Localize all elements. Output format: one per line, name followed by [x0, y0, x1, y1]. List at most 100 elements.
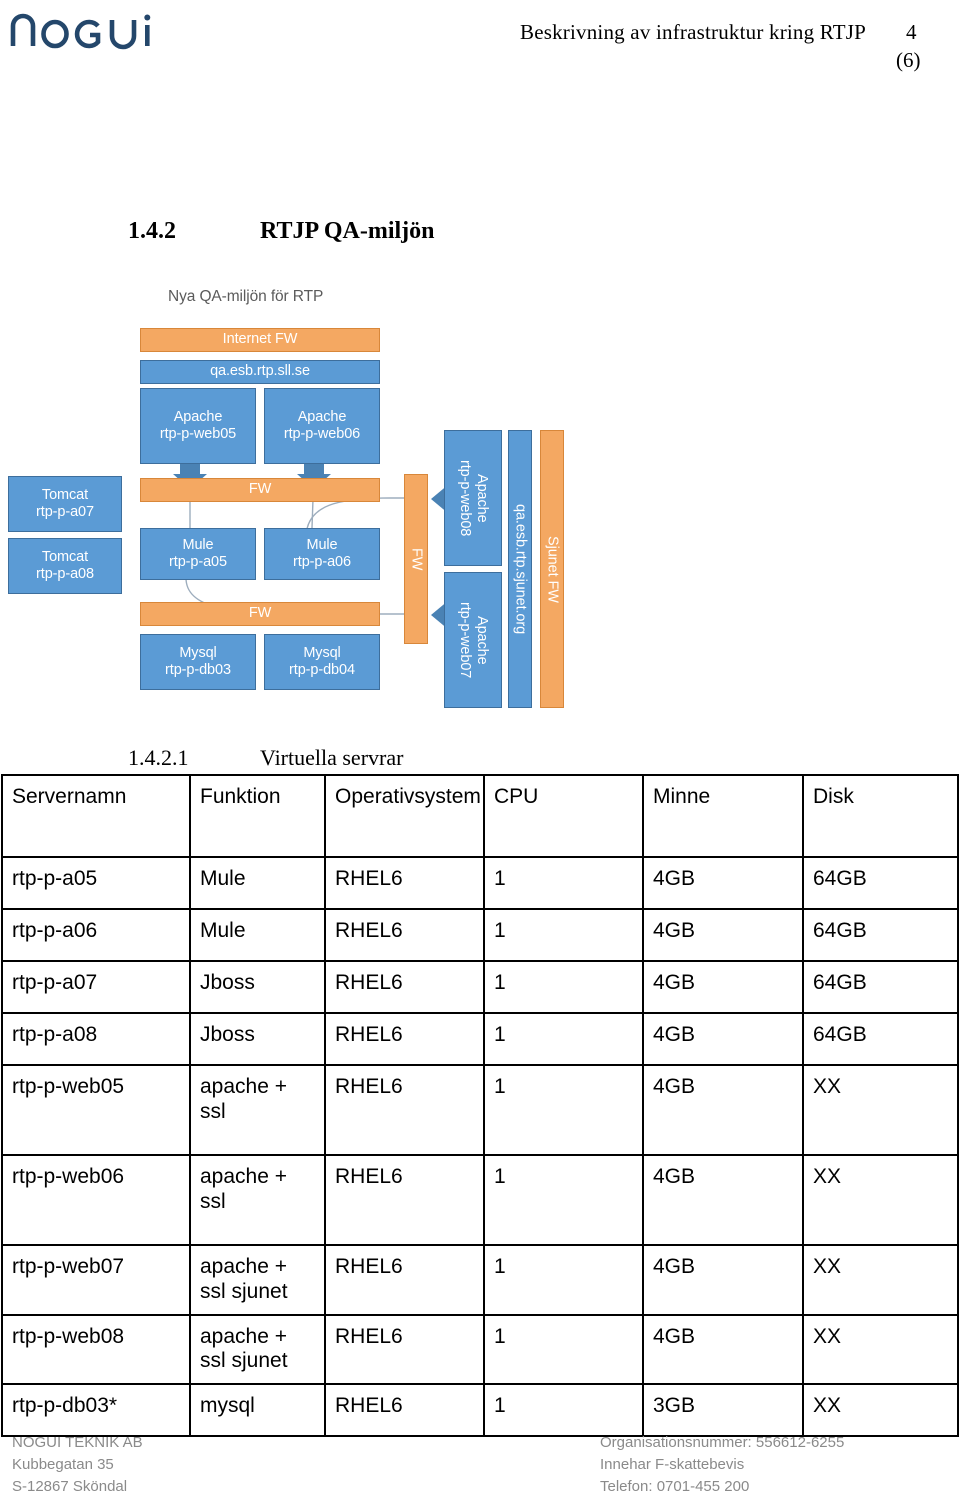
footer-org-number: Organisationsnummer: 556612-6255	[600, 1434, 845, 1451]
node-sjunet-fw-label: Sjunet FW	[544, 535, 561, 603]
cell-minne: 4GB	[642, 908, 804, 962]
node-fw-vertical-label: FW	[408, 547, 425, 571]
section-title-142: RTJP QA-miljön	[260, 218, 435, 244]
cell-operativsystem: RHEL6	[324, 960, 485, 1014]
cell-disk: XX	[802, 1383, 959, 1438]
cell-disk: 64GB	[802, 908, 959, 962]
cell-operativsystem: RHEL6	[324, 1383, 485, 1438]
cell-funktion: apache + ssl	[189, 1064, 326, 1156]
node-mysql-db04-line1: Mysql	[303, 644, 341, 661]
cell-disk: XX	[802, 1313, 959, 1386]
cell-funktion: Mule	[189, 856, 326, 910]
node-mule-a06: Mule rtp-p-a06	[264, 528, 380, 580]
table-row: rtp-p-web05 apache + ssl RHEL6 1 4GB XX	[1, 1064, 959, 1156]
table-header-row: Servernamn Funktion Operativsystem CPU M…	[1, 774, 959, 858]
page-header: Beskrivning av infrastruktur kring RTJP …	[0, 0, 960, 96]
cell-cpu: 1	[483, 908, 644, 962]
node-mule-a06-line1: Mule	[306, 536, 338, 553]
cell-funktion: apache + ssl	[189, 1154, 326, 1246]
cell-minne: 4GB	[642, 856, 804, 910]
cell-minne: 4GB	[642, 1012, 804, 1066]
table-row: rtp-p-a08 Jboss RHEL6 1 4GB 64GB	[1, 1012, 959, 1066]
node-mysql-db03-line1: Mysql	[179, 644, 217, 661]
cell-cpu: 1	[483, 1012, 644, 1066]
document-title: Beskrivning av infrastruktur kring RTJP	[520, 20, 867, 44]
column-header-minne: Minne	[642, 774, 804, 858]
node-mysql-db04: Mysql rtp-p-db04	[264, 634, 380, 690]
qa-environment-diagram: Nya QA-miljön för RTP Internet FW qa.esb…	[0, 278, 620, 708]
node-fw-lower: FW	[140, 602, 380, 626]
cell-cpu: 1	[483, 960, 644, 1014]
column-header-disk: Disk	[802, 774, 959, 858]
footer-company-block: NOGUI TEKNIK AB Kubbegatan 35 S-12867 Sk…	[12, 1432, 143, 1497]
cell-funktion: Jboss	[189, 1012, 326, 1066]
virtual-servers-table: Servernamn Funktion Operativsystem CPU M…	[1, 774, 959, 1438]
node-apache-web06-line1: Apache	[297, 408, 347, 425]
cell-disk: 64GB	[802, 856, 959, 910]
cell-minne: 3GB	[642, 1383, 804, 1438]
cell-cpu: 1	[483, 1064, 644, 1156]
node-apache-web06: Apache rtp-p-web06	[264, 388, 380, 464]
footer-city: S-12867 Sköndal	[12, 1477, 128, 1495]
column-header-funktion: Funktion	[189, 774, 326, 858]
cell-disk: 64GB	[802, 960, 959, 1014]
cell-cpu: 1	[483, 1154, 644, 1246]
node-fw-middle: FW	[140, 478, 380, 502]
cell-funktion: apache + ssl sjunet	[189, 1244, 326, 1316]
cell-funktion: Jboss	[189, 960, 326, 1014]
column-header-cpu: CPU	[483, 774, 644, 858]
node-mule-a06-line2: rtp-p-a06	[293, 554, 351, 570]
node-internet-fw: Internet FW	[140, 328, 380, 352]
page-footer: NOGUI TEKNIK AB Kubbegatan 35 S-12867 Sk…	[0, 1432, 960, 1504]
node-apache-web07-line2: rtp-p-web07	[457, 601, 473, 679]
node-qa-esb-rtp-sjunet-org-label: qa.esb.rtp.sjunet.org	[512, 503, 529, 635]
section-heading-1421: 1.4.2.1 Virtuella servrar	[128, 745, 403, 771]
node-mysql-db03: Mysql rtp-p-db03	[140, 634, 256, 690]
cell-disk: XX	[802, 1154, 959, 1246]
cell-disk: XX	[802, 1244, 959, 1316]
column-header-servernamn: Servernamn	[1, 774, 191, 858]
cell-funktion: Mule	[189, 908, 326, 962]
node-tomcat-a07-line1: Tomcat	[41, 486, 89, 503]
cell-cpu: 1	[483, 1383, 644, 1438]
cell-minne: 4GB	[642, 1154, 804, 1246]
node-qa-esb-rtp-sjunet-org: qa.esb.rtp.sjunet.org	[508, 430, 532, 708]
section-number-1421: 1.4.2.1	[128, 745, 189, 770]
node-mysql-db03-line2: rtp-p-db03	[165, 662, 231, 678]
diagram-title: Nya QA-miljön för RTP	[168, 288, 324, 305]
cell-servernamn: rtp-p-a07	[1, 960, 191, 1014]
table-row: rtp-p-a06 Mule RHEL6 1 4GB 64GB	[1, 908, 959, 962]
page-number: 4	[906, 20, 917, 44]
footer-company-name: NOGUI TEKNIK AB	[12, 1434, 143, 1451]
cell-servernamn: rtp-p-web05	[1, 1064, 191, 1156]
footer-street: Kubbegatan 35	[12, 1455, 114, 1473]
node-apache-web08-line2: rtp-p-web08	[457, 459, 473, 537]
cell-minne: 4GB	[642, 960, 804, 1014]
node-tomcat-a07: Tomcat rtp-p-a07	[8, 476, 122, 532]
cell-servernamn: rtp-p-web08	[1, 1313, 191, 1386]
node-tomcat-a08-line1: Tomcat	[41, 548, 89, 565]
cell-servernamn: rtp-p-web06	[1, 1154, 191, 1246]
node-mule-a05: Mule rtp-p-a05	[140, 528, 256, 580]
cell-cpu: 1	[483, 1313, 644, 1386]
node-apache-web08: Apache rtp-p-web08	[444, 430, 502, 566]
cell-operativsystem: RHEL6	[324, 908, 485, 962]
node-mule-a05-line2: rtp-p-a05	[169, 554, 227, 570]
table-row: rtp-p-web08 apache + ssl sjunet RHEL6 1 4GB X…	[1, 1313, 959, 1386]
section-number-142: 1.4.2	[128, 218, 176, 244]
column-header-operativsystem: Operativsystem	[324, 774, 485, 858]
node-apache-web05-line2: rtp-p-web05	[159, 426, 237, 442]
section-heading-142: 1.4.2 RTJP QA-miljön	[128, 218, 435, 245]
node-apache-web05: Apache rtp-p-web05	[140, 388, 256, 464]
cell-operativsystem: RHEL6	[324, 1313, 485, 1386]
section-title-1421: Virtuella servrar	[260, 745, 404, 770]
cell-minne: 4GB	[642, 1244, 804, 1316]
node-apache-web05-line1: Apache	[173, 408, 223, 425]
node-tomcat-a08: Tomcat rtp-p-a08	[8, 538, 122, 594]
table-row: rtp-p-web06 apache + ssl RHEL6 1 4GB XX	[1, 1154, 959, 1246]
page-total: (6)	[896, 48, 921, 72]
cell-minne: 4GB	[642, 1313, 804, 1386]
cell-servernamn: rtp-p-a05	[1, 856, 191, 910]
table-row: rtp-p-web07 apache + ssl sjunet RHEL6 1 4GB X…	[1, 1244, 959, 1316]
node-sjunet-fw: Sjunet FW	[540, 430, 564, 708]
